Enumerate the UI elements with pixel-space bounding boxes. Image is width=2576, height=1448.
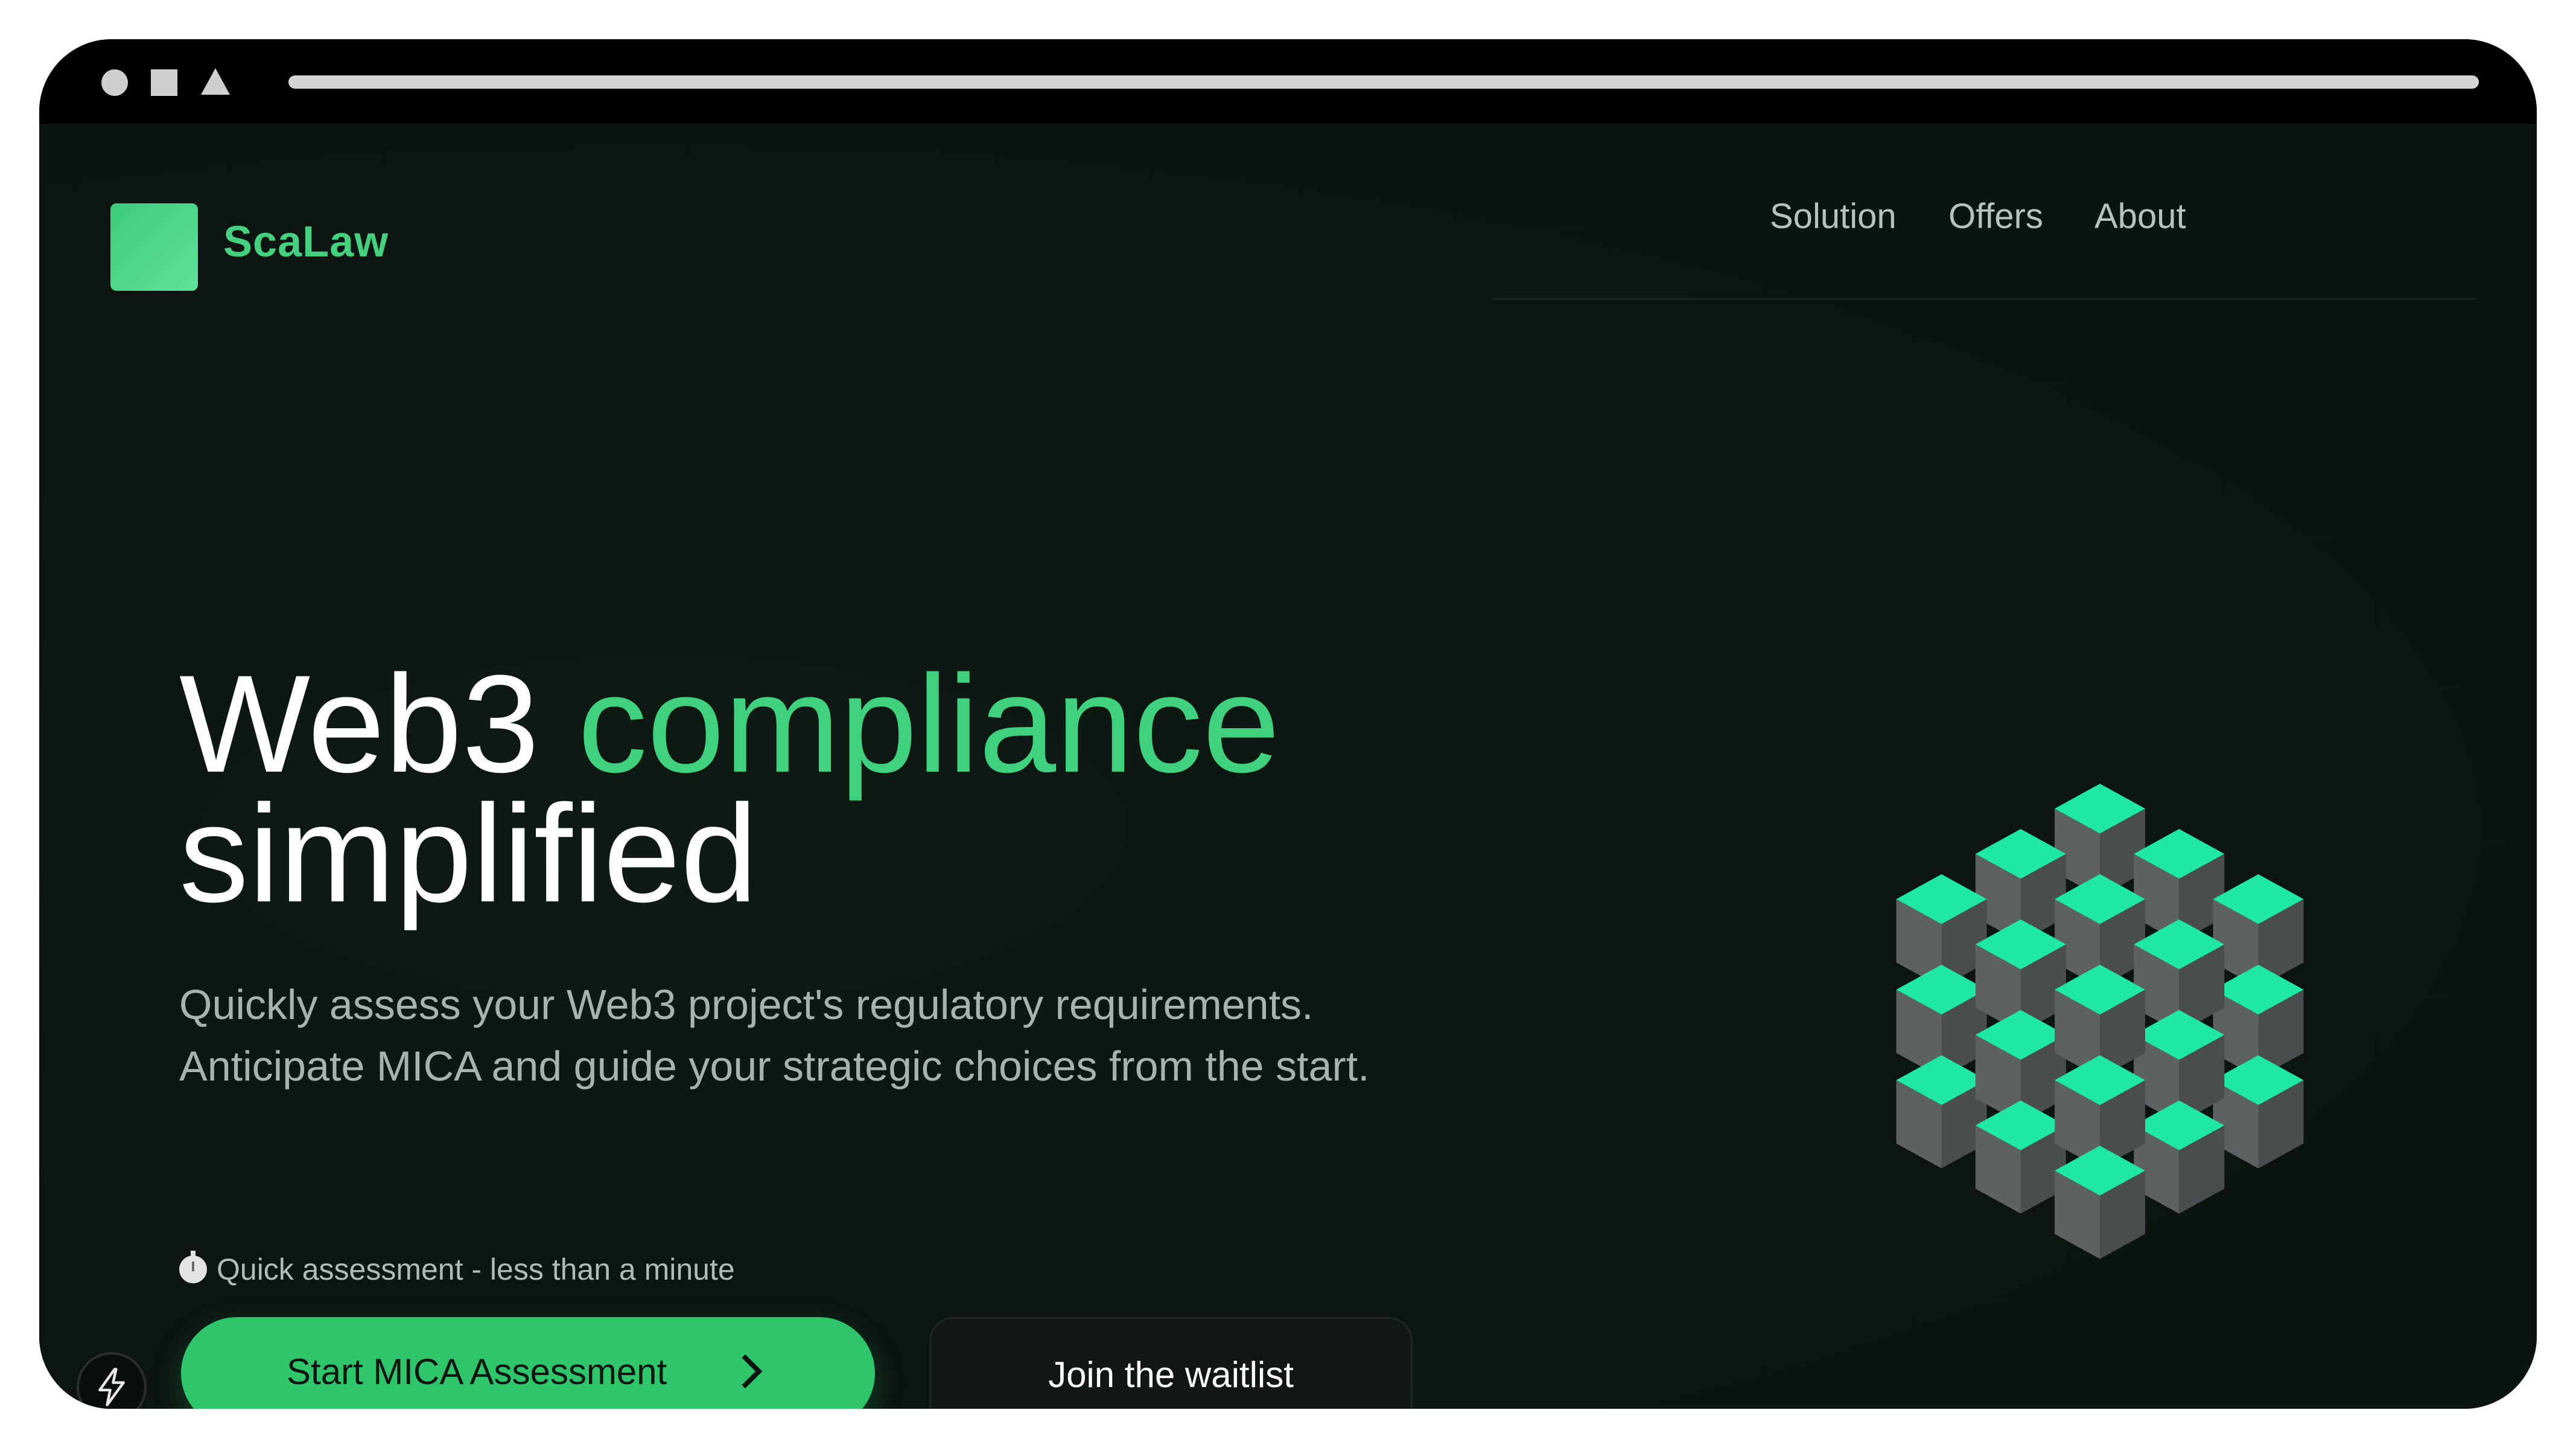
cube (2055, 1146, 2145, 1259)
cube (1896, 1055, 1987, 1169)
start-assessment-button[interactable]: Start MICA Assessment (181, 1317, 875, 1409)
join-waitlist-button[interactable]: Join the waitlist (929, 1317, 1413, 1409)
cube-cluster-illustration (1896, 784, 2304, 1259)
nav-item-about[interactable]: About (2094, 196, 2186, 244)
start-assessment-label: Start MICA Assessment (287, 1351, 667, 1392)
hero-subtitle-line2: Anticipate MICA and guide your strategic… (179, 1043, 1370, 1090)
nav-item-offers[interactable]: Offers (1948, 196, 2043, 244)
landing-page: ScaLaw Solution Offers About Web3 compli… (39, 124, 2537, 1409)
cube (2134, 1100, 2225, 1214)
chevron-right-icon (728, 1354, 763, 1389)
address-bar[interactable] (288, 75, 2479, 89)
hero-title-line2: simplified (179, 776, 758, 931)
join-waitlist-label: Join the waitlist (1048, 1354, 1294, 1395)
floating-action-button[interactable] (77, 1352, 147, 1409)
triangle-control-icon[interactable] (201, 68, 230, 95)
stopwatch-icon (179, 1251, 207, 1283)
cube (1975, 1100, 2066, 1214)
nav-item-solution[interactable]: Solution (1770, 196, 1897, 244)
browser-window: ScaLaw Solution Offers About Web3 compli… (39, 39, 2537, 1409)
hero-subtitle-line1: Quickly assess your Web3 project's regul… (179, 981, 1314, 1028)
lightning-icon (98, 1368, 125, 1406)
circle-control-icon[interactable] (101, 69, 128, 96)
logo-icon[interactable] (110, 203, 198, 291)
hero-title-line1: Web3 compliance (179, 655, 1280, 793)
brand-name[interactable]: ScaLaw (223, 217, 389, 267)
quick-assessment-note: Quick assessment - less than a minute (179, 1251, 735, 1287)
quick-assessment-text: Quick assessment - less than a minute (217, 1253, 735, 1286)
browser-chrome (39, 39, 2537, 124)
cube (2213, 1055, 2304, 1169)
nav-divider (1492, 297, 2476, 300)
square-control-icon[interactable] (151, 69, 177, 96)
